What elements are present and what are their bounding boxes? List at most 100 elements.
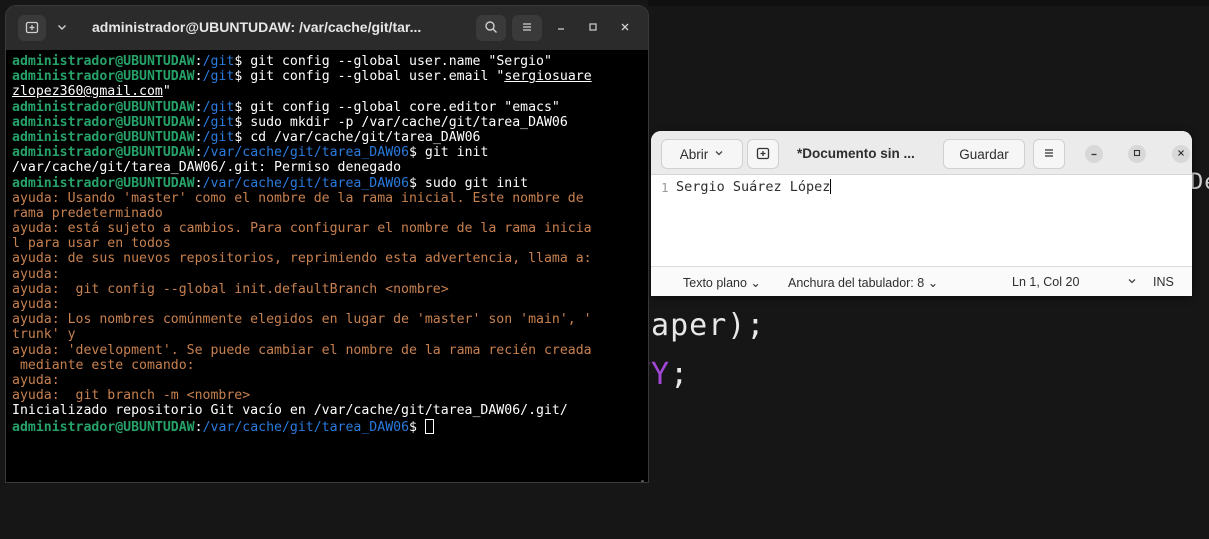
prompt-symbol: $ bbox=[234, 69, 251, 85]
command-text: sudo git init bbox=[424, 175, 529, 191]
editor-content[interactable]: Sergio Suárez López bbox=[676, 179, 832, 195]
hint-text: ayuda: git branch -m <nombre> bbox=[12, 388, 251, 404]
main-menu-button[interactable] bbox=[512, 15, 542, 41]
terminal-line: trunk' y bbox=[12, 327, 642, 342]
chevron-down-icon: ⌄ bbox=[750, 276, 761, 290]
open-button[interactable]: Abrir bbox=[661, 139, 743, 169]
prompt-symbol: $ bbox=[234, 114, 251, 130]
prompt-separator: : bbox=[194, 175, 203, 191]
terminal-line: mediante este comando: bbox=[12, 358, 642, 373]
terminal-scrollbar[interactable] bbox=[641, 480, 644, 482]
prompt-user: administrador@UBUNTUDAW bbox=[12, 99, 195, 115]
terminal-output[interactable]: administrador@UBUNTUDAW:/git$ git config… bbox=[6, 50, 648, 482]
terminal-line: ayuda: bbox=[12, 297, 642, 312]
close-icon bbox=[619, 20, 631, 36]
language-mode-selector[interactable]: Texto plano ⌄ bbox=[683, 275, 761, 290]
terminal-line: l para usar en todos bbox=[12, 236, 642, 251]
prompt-separator: : bbox=[194, 129, 203, 145]
chevron-down-icon bbox=[714, 148, 724, 161]
editor-maximize-button[interactable] bbox=[1128, 145, 1146, 163]
prompt-symbol: $ bbox=[234, 129, 251, 145]
command-text: sudo mkdir -p /var/cache/git/tarea_DAW06 bbox=[250, 114, 568, 130]
hint-text: trunk' y bbox=[12, 327, 76, 343]
terminal-line: ayuda: Los nombres comúnmente elegidos e… bbox=[12, 312, 642, 327]
prompt-user: administrador@UBUNTUDAW bbox=[12, 54, 195, 69]
text-caret bbox=[830, 179, 832, 194]
cursor-position[interactable]: Ln 1, Col 20 bbox=[1012, 275, 1079, 289]
command-link-text: sergiosuare bbox=[504, 69, 592, 85]
terminal-line: /var/cache/git/tarea_DAW06/.git: Permiso… bbox=[12, 160, 642, 175]
editor-content-text: Sergio Suárez López bbox=[676, 179, 831, 195]
prompt-path: /git bbox=[202, 114, 235, 130]
line-number: 1 bbox=[661, 180, 669, 195]
maximize-icon bbox=[1132, 148, 1142, 161]
prompt-path: /var/cache/git/tarea_DAW06 bbox=[202, 175, 410, 191]
tab-menu-button[interactable] bbox=[50, 15, 74, 41]
terminal-cursor bbox=[424, 418, 434, 434]
position-menu-chevron-icon[interactable] bbox=[1127, 276, 1137, 289]
tab-width-selector[interactable]: Anchura del tabulador: 8 ⌄ bbox=[788, 275, 938, 290]
terminal-line: ayuda: git branch -m <nombre> bbox=[12, 388, 642, 403]
document-title: *Documento sin ... bbox=[797, 146, 915, 161]
terminal-line: ayuda: bbox=[12, 373, 642, 388]
background-code-punct: ; bbox=[670, 357, 690, 392]
command-text: cd /var/cache/git/tarea_DAW06 bbox=[250, 129, 481, 145]
language-mode-label: Texto plano bbox=[683, 276, 747, 290]
prompt-path: /var/cache/git/tarea_DAW06 bbox=[202, 419, 410, 434]
terminal-line: administrador@UBUNTUDAW:/git$ git config… bbox=[12, 69, 642, 84]
editor-minimize-button[interactable] bbox=[1085, 145, 1103, 163]
editor-text-area[interactable]: 1 Sergio Suárez López bbox=[651, 175, 1192, 266]
output-text: Inicializado repositorio Git vacío en /v… bbox=[12, 403, 568, 419]
new-tab-icon bbox=[25, 20, 39, 37]
hint-text: ayuda: está sujeto a cambios. Para confi… bbox=[12, 221, 592, 237]
hint-text: rama predeterminado bbox=[12, 205, 163, 221]
editor-statusbar: Texto plano ⌄ Anchura del tabulador: 8 ⌄… bbox=[651, 266, 1192, 296]
insert-mode-indicator[interactable]: INS bbox=[1153, 275, 1174, 289]
prompt-user: administrador@UBUNTUDAW bbox=[12, 145, 195, 161]
prompt-symbol: $ bbox=[409, 419, 425, 434]
terminal-line: administrador@UBUNTUDAW:/var/cache/git/t… bbox=[12, 176, 642, 191]
hint-text: ayuda: git config --global init.defaultB… bbox=[12, 281, 449, 297]
prompt-user: administrador@UBUNTUDAW bbox=[12, 175, 195, 191]
prompt-path: /git bbox=[202, 69, 235, 85]
prompt-user: administrador@UBUNTUDAW bbox=[12, 419, 195, 434]
search-button[interactable] bbox=[476, 15, 506, 41]
terminal-line: administrador@UBUNTUDAW:/git$ git config… bbox=[12, 100, 642, 115]
maximize-button[interactable] bbox=[580, 15, 606, 41]
hint-text: ayuda: bbox=[12, 372, 60, 388]
close-button[interactable] bbox=[612, 15, 638, 41]
text-editor-window[interactable]: Abrir *Documento sin ... Guardar 1 Sergi… bbox=[651, 131, 1192, 296]
editor-close-button[interactable] bbox=[1172, 145, 1190, 163]
hint-text: l para usar en todos bbox=[12, 236, 171, 252]
prompt-path: /git bbox=[202, 54, 235, 69]
terminal-line: ayuda: bbox=[12, 267, 642, 282]
prompt-separator: : bbox=[194, 419, 203, 434]
close-icon bbox=[1176, 148, 1186, 161]
minimize-button[interactable] bbox=[548, 15, 574, 41]
hint-text: ayuda: bbox=[12, 266, 60, 282]
prompt-user: administrador@UBUNTUDAW bbox=[12, 114, 195, 130]
hint-text: ayuda: bbox=[12, 297, 60, 312]
prompt-separator: : bbox=[194, 99, 203, 115]
new-document-button[interactable] bbox=[747, 139, 779, 169]
prompt-path: /git bbox=[202, 99, 235, 115]
editor-headerbar[interactable]: Abrir *Documento sin ... Guardar bbox=[651, 131, 1192, 175]
save-button[interactable]: Guardar bbox=[943, 139, 1025, 169]
terminal-line: rama predeterminado bbox=[12, 206, 642, 221]
new-tab-button[interactable] bbox=[18, 15, 46, 41]
terminal-line: administrador@UBUNTUDAW:/var/cache/git/t… bbox=[12, 145, 642, 160]
prompt-path: /git bbox=[202, 129, 235, 145]
new-document-icon bbox=[756, 146, 770, 163]
terminal-line: administrador@UBUNTUDAW:/var/cache/git/t… bbox=[12, 418, 642, 434]
editor-menu-button[interactable] bbox=[1033, 139, 1065, 169]
background-code-line-1: paper); bbox=[632, 308, 766, 343]
prompt-separator: : bbox=[194, 54, 203, 69]
terminal-headerbar[interactable]: administrador@UBUNTUDAW: /var/cache/git/… bbox=[6, 6, 648, 50]
terminal-window[interactable]: administrador@UBUNTUDAW: /var/cache/git/… bbox=[6, 6, 648, 482]
command-text: git config --global core.editor "emacs" bbox=[250, 99, 560, 115]
terminal-line: administrador@UBUNTUDAW:/git$ sudo mkdir… bbox=[12, 115, 642, 130]
hint-text: ayuda: de sus nuevos repositorios, repri… bbox=[12, 251, 592, 267]
terminal-line: ayuda: está sujeto a cambios. Para confi… bbox=[12, 221, 642, 236]
maximize-icon bbox=[587, 20, 599, 36]
output-text: " bbox=[162, 84, 171, 100]
